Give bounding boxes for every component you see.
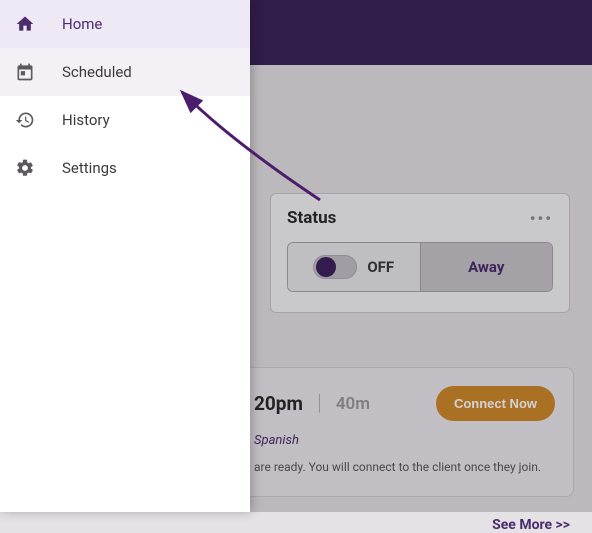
sidebar-item-label: Scheduled xyxy=(62,63,132,81)
history-icon xyxy=(14,109,36,131)
sidebar-item-label: Settings xyxy=(62,159,117,177)
sidebar-item-label: Home xyxy=(62,15,102,33)
sidebar-item-home[interactable]: Home xyxy=(0,0,250,48)
calendar-icon xyxy=(14,61,36,83)
gear-icon xyxy=(14,157,36,179)
sidebar-item-history[interactable]: History xyxy=(0,96,250,144)
sidebar-item-scheduled[interactable]: Scheduled xyxy=(0,48,250,96)
nav-drawer: Home Scheduled History Settings xyxy=(0,0,250,512)
see-more-link[interactable]: See More >> xyxy=(492,517,570,533)
home-icon xyxy=(14,13,36,35)
sidebar-item-settings[interactable]: Settings xyxy=(0,144,250,192)
sidebar-item-label: History xyxy=(62,111,110,129)
